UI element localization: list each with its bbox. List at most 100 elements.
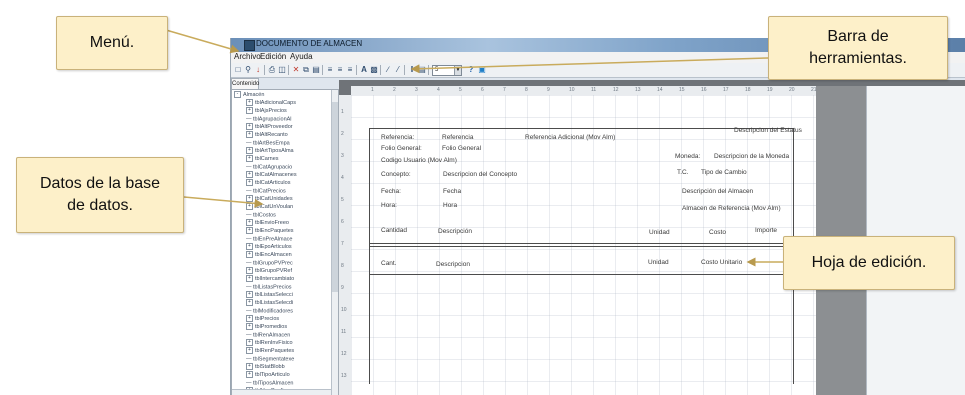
- expand-icon[interactable]: +: [246, 299, 253, 307]
- concepto-field[interactable]: Descripcion del Concepto: [443, 171, 517, 178]
- tree-item[interactable]: + tblCarnes: [246, 155, 279, 163]
- expand-icon[interactable]: +: [246, 363, 253, 371]
- paste-icon[interactable]: ▤: [312, 65, 320, 74]
- expand-icon[interactable]: +: [246, 227, 253, 235]
- menu-ayuda[interactable]: Ayuda: [290, 52, 313, 61]
- tree-item[interactable]: + tblAltRecanto: [246, 131, 288, 139]
- tree-item[interactable]: — tblAgrupacionAl: [246, 115, 292, 123]
- tree-item[interactable]: — tblListasPrecios: [246, 283, 292, 291]
- size-combo[interactable]: 5 ▼: [432, 65, 462, 76]
- expand-icon[interactable]: +: [246, 243, 253, 251]
- tree-root[interactable]: - Almacén: [234, 91, 264, 99]
- expand-icon[interactable]: +: [246, 219, 253, 227]
- tree-item[interactable]: + tblGrupoPVRef: [246, 267, 292, 275]
- line-icon[interactable]: ⁄: [394, 65, 402, 74]
- tree-item[interactable]: — tblGrupoPVPrec: [246, 259, 293, 267]
- preview-icon[interactable]: ◫: [278, 65, 286, 74]
- expand-icon[interactable]: +: [246, 347, 253, 355]
- scroll-thumb[interactable]: [332, 102, 338, 292]
- tree-item[interactable]: + tblListasSelecdi: [246, 299, 293, 307]
- tab-contenido[interactable]: Contenido: [231, 78, 259, 89]
- tree-item[interactable]: — tblTiposAlmacen: [246, 379, 293, 387]
- chevron-down-icon[interactable]: ▼: [454, 66, 461, 75]
- tree-item[interactable]: — tblArtBesEmpa: [246, 139, 290, 147]
- tree-item[interactable]: — tblRenAlmacen: [246, 331, 290, 339]
- tree-item[interactable]: — tblEnPreAlmace: [246, 235, 292, 243]
- expand-icon[interactable]: +: [246, 179, 253, 187]
- expand-icon[interactable]: +: [246, 275, 253, 283]
- tree-item[interactable]: + tblIntercambiato: [246, 275, 294, 283]
- tree-item[interactable]: + tblStatBlobb: [246, 363, 285, 371]
- expand-icon[interactable]: +: [246, 171, 253, 179]
- align-right-icon[interactable]: ≡: [346, 65, 354, 74]
- field-icon[interactable]: ∕: [384, 65, 392, 74]
- tree-item[interactable]: — tblCatAgrupacio: [246, 163, 292, 171]
- expand-icon[interactable]: +: [246, 131, 253, 139]
- expand-icon[interactable]: +: [246, 251, 253, 259]
- referencia-field[interactable]: Referencia: [442, 134, 473, 141]
- tree-item[interactable]: + tblListasSelecci: [246, 291, 293, 299]
- tree-item[interactable]: + tblArtTiposAlma: [246, 147, 294, 155]
- tc-field[interactable]: Tipo de Cambio: [701, 169, 747, 176]
- estatus-field[interactable]: Descripcion del Estatus: [734, 127, 802, 134]
- tree-item[interactable]: + tblCatAlmacenes: [246, 171, 297, 179]
- copy-icon[interactable]: ⧉: [302, 65, 310, 74]
- align-left-icon[interactable]: ≡: [326, 65, 334, 74]
- ref-adicional-field[interactable]: Referencia Adicional (Mov Alm): [525, 134, 615, 141]
- image-icon[interactable]: ▩: [370, 65, 378, 74]
- tree-item[interactable]: + tblAdicionalCaps: [246, 99, 296, 107]
- expand-icon[interactable]: +: [246, 195, 253, 203]
- expand-icon[interactable]: +: [246, 107, 253, 115]
- tree-item[interactable]: + tblRenPaquetes: [246, 347, 294, 355]
- expand-icon[interactable]: +: [246, 99, 253, 107]
- text-icon[interactable]: A: [360, 65, 368, 74]
- info-icon[interactable]: ▣: [478, 65, 486, 74]
- expand-icon[interactable]: +: [246, 339, 253, 347]
- tree-item[interactable]: + tblCatUnVoulan: [246, 203, 293, 211]
- tree-item[interactable]: + tblAjsPrecios: [246, 107, 287, 115]
- tree-item[interactable]: — tblCatPrecios: [246, 187, 286, 195]
- expand-icon[interactable]: +: [246, 291, 253, 299]
- column-icon[interactable]: ‖: [408, 65, 416, 74]
- expand-icon[interactable]: +: [246, 315, 253, 323]
- tree-item[interactable]: + tblPromedios: [246, 323, 287, 331]
- hora-field[interactable]: Hora: [443, 202, 457, 209]
- align-center-icon[interactable]: ≡: [336, 65, 344, 74]
- tree-item[interactable]: + tblRenInvFisico: [246, 339, 293, 347]
- open-icon[interactable]: ⚲: [244, 65, 252, 74]
- menu-archivo[interactable]: Archivo: [234, 52, 261, 61]
- expand-icon[interactable]: +: [246, 147, 253, 155]
- tree-item[interactable]: — tblCostos: [246, 211, 276, 219]
- tree-item[interactable]: + tblEnvioFreeo: [246, 219, 289, 227]
- moneda-field[interactable]: Descripcion de la Moneda: [714, 153, 789, 160]
- fecha-field[interactable]: Fecha: [443, 188, 461, 195]
- expand-icon[interactable]: +: [246, 155, 253, 163]
- expand-icon[interactable]: +: [246, 123, 253, 131]
- expand-icon[interactable]: +: [246, 267, 253, 275]
- tree-item[interactable]: + tblTipoArticulo: [246, 371, 290, 379]
- tree-item[interactable]: + tblPrecios: [246, 315, 279, 323]
- expand-icon[interactable]: +: [246, 323, 253, 331]
- save-icon[interactable]: ↓: [254, 65, 262, 74]
- tree-horizontal-scrollbar[interactable]: [232, 389, 331, 395]
- tree-item[interactable]: + tblCatUnidades: [246, 195, 293, 203]
- folio-field[interactable]: Folio General: [442, 145, 481, 152]
- tree-item[interactable]: + tblEpoArticulos: [246, 243, 292, 251]
- print-icon[interactable]: ⎙: [268, 65, 276, 74]
- tree-item[interactable]: — tblModificadores: [246, 307, 293, 315]
- help-icon[interactable]: ?: [467, 65, 475, 74]
- expand-icon[interactable]: +: [246, 371, 253, 379]
- tree-item[interactable]: + tblCatArticulos: [246, 179, 290, 187]
- tree-item[interactable]: + tblAltProveedor: [246, 123, 293, 131]
- table-icon[interactable]: ▤: [418, 65, 426, 74]
- codigo-usuario-field[interactable]: Codigo Usuario (Mov Alm): [381, 157, 457, 164]
- delete-icon[interactable]: ✕: [292, 65, 300, 74]
- tree-item[interactable]: + tblEncAlmacen: [246, 251, 292, 259]
- almacen-field[interactable]: Descripción del Almacen: [682, 188, 753, 195]
- almacen-ref-field[interactable]: Almacen de Referencia (Mov Alm): [682, 205, 781, 212]
- collapse-icon[interactable]: -: [234, 91, 241, 99]
- tree-item[interactable]: + tblEncPaquetes: [246, 227, 294, 235]
- expand-icon[interactable]: +: [246, 203, 253, 211]
- tree-item[interactable]: — tblSegmentatexe: [246, 355, 294, 363]
- menu-edicion[interactable]: Edición: [260, 52, 286, 61]
